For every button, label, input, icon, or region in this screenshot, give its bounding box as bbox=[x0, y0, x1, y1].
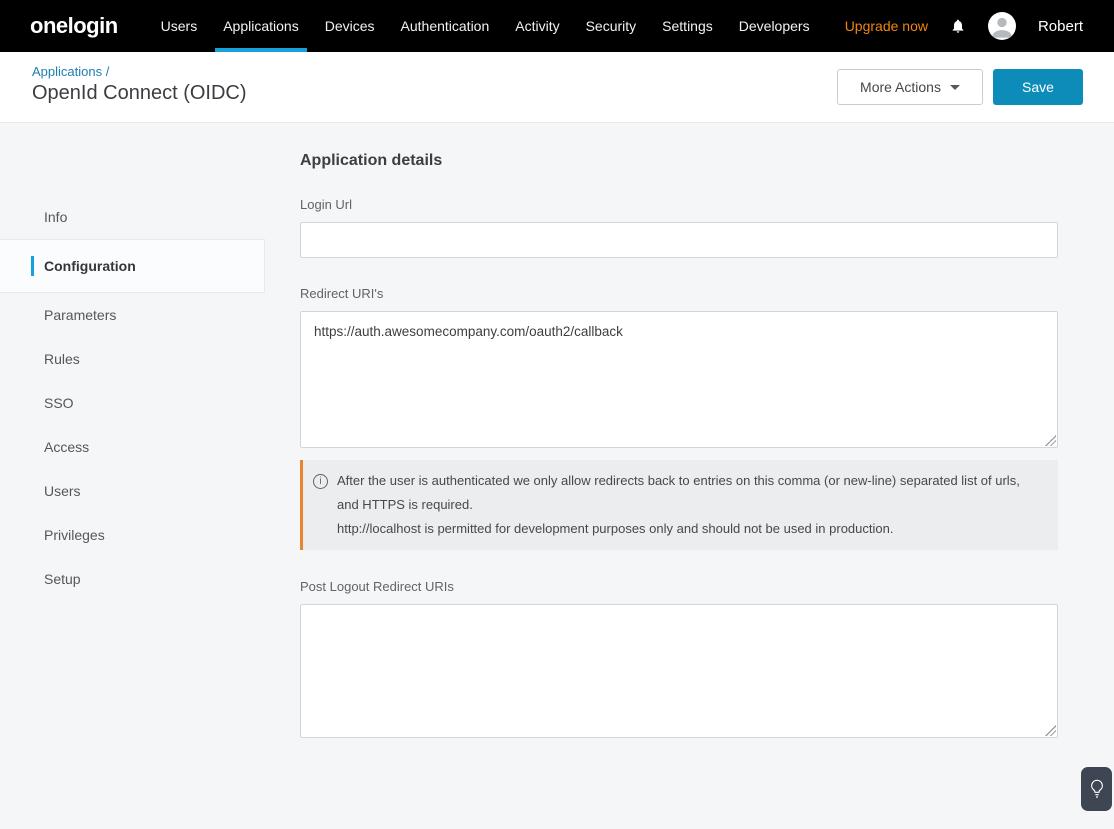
post-logout-redirect-uris-label: Post Logout Redirect URIs bbox=[300, 579, 1058, 594]
login-url-input[interactable] bbox=[300, 222, 1058, 258]
title-block: Applications / OpenId Connect (OIDC) bbox=[32, 64, 247, 122]
nav-item-users[interactable]: Users bbox=[148, 0, 211, 52]
main-nav: Users Applications Devices Authenticatio… bbox=[148, 0, 823, 52]
nav-item-authentication[interactable]: Authentication bbox=[388, 0, 503, 52]
user-avatar[interactable] bbox=[988, 12, 1016, 40]
user-name[interactable]: Robert bbox=[1038, 18, 1083, 35]
nav-item-activity[interactable]: Activity bbox=[502, 0, 572, 52]
lightbulb-help-button[interactable] bbox=[1081, 767, 1112, 811]
upgrade-now-link[interactable]: Upgrade now bbox=[845, 18, 928, 34]
breadcrumb[interactable]: Applications / bbox=[32, 64, 247, 79]
save-button[interactable]: Save bbox=[993, 69, 1083, 105]
sidebar-item-rules[interactable]: Rules bbox=[0, 337, 265, 381]
sidebar-item-configuration[interactable]: Configuration bbox=[0, 239, 265, 293]
nav-item-developers[interactable]: Developers bbox=[726, 0, 823, 52]
redirect-uris-info-note: i After the user is authenticated we onl… bbox=[300, 460, 1058, 550]
note-line-1: After the user is authenticated we only … bbox=[337, 469, 1042, 517]
login-url-label: Login Url bbox=[300, 197, 1058, 212]
page-title: OpenId Connect (OIDC) bbox=[32, 82, 247, 105]
main-content: Application details Login Url Redirect U… bbox=[265, 123, 1058, 828]
note-text: After the user is authenticated we only … bbox=[337, 469, 1042, 541]
more-actions-button[interactable]: More Actions bbox=[837, 69, 983, 105]
sidebar-item-sso[interactable]: SSO bbox=[0, 381, 265, 425]
navbar-right: Upgrade now Robert bbox=[845, 12, 1083, 40]
top-navbar: onelogin Users Applications Devices Auth… bbox=[0, 0, 1114, 52]
onelogin-logo[interactable]: onelogin bbox=[30, 13, 118, 39]
sidebar-item-info[interactable]: Info bbox=[0, 195, 265, 239]
post-logout-redirect-uris-textarea[interactable] bbox=[300, 604, 1058, 738]
lightbulb-icon bbox=[1089, 779, 1105, 799]
nav-item-settings[interactable]: Settings bbox=[649, 0, 726, 52]
redirect-uris-textarea[interactable]: https://auth.awesomecompany.com/oauth2/c… bbox=[300, 311, 1058, 448]
post-logout-redirect-uris-field bbox=[300, 604, 1058, 738]
nav-item-security[interactable]: Security bbox=[573, 0, 650, 52]
note-line-2: http://localhost is permitted for develo… bbox=[337, 517, 1042, 541]
chevron-down-icon bbox=[950, 85, 960, 90]
redirect-uris-label: Redirect URI's bbox=[300, 286, 1058, 301]
redirect-uris-field: https://auth.awesomecompany.com/oauth2/c… bbox=[300, 311, 1058, 448]
sidebar-item-privileges[interactable]: Privileges bbox=[0, 513, 265, 557]
sidebar-item-users[interactable]: Users bbox=[0, 469, 265, 513]
nav-item-applications[interactable]: Applications bbox=[210, 0, 312, 52]
notification-bell-icon[interactable] bbox=[950, 17, 966, 35]
page-header: Applications / OpenId Connect (OIDC) Mor… bbox=[0, 52, 1114, 123]
sidebar: Info Configuration Parameters Rules SSO … bbox=[0, 123, 265, 828]
header-actions: More Actions Save bbox=[837, 64, 1083, 122]
nav-item-devices[interactable]: Devices bbox=[312, 0, 388, 52]
resize-handle[interactable] bbox=[1045, 435, 1056, 446]
sidebar-item-setup[interactable]: Setup bbox=[0, 557, 265, 601]
more-actions-label: More Actions bbox=[860, 79, 941, 95]
section-title: Application details bbox=[300, 152, 1058, 170]
info-icon: i bbox=[313, 474, 328, 489]
sidebar-item-parameters[interactable]: Parameters bbox=[0, 293, 265, 337]
page-body: Info Configuration Parameters Rules SSO … bbox=[0, 123, 1114, 828]
resize-handle[interactable] bbox=[1045, 725, 1056, 736]
sidebar-item-access[interactable]: Access bbox=[0, 425, 265, 469]
